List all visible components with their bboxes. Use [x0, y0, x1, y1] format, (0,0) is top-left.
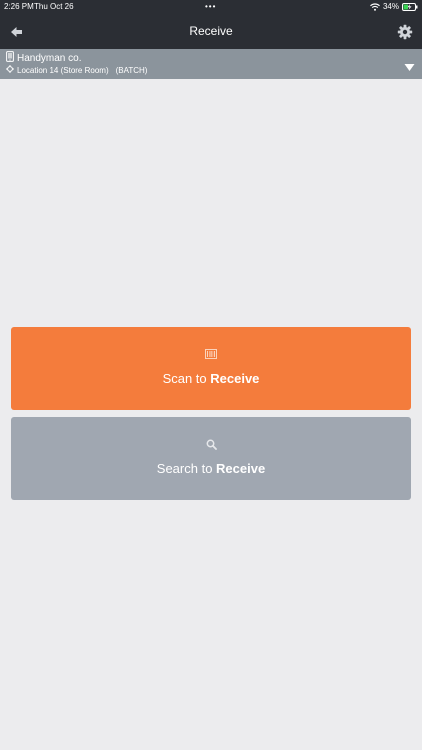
gear-icon[interactable] — [396, 23, 414, 41]
scan-to-receive-button[interactable]: Scan to Receive — [11, 327, 411, 410]
location-pin-icon — [6, 65, 14, 75]
company-row: Handyman co. — [6, 51, 81, 65]
nav-bar: Receive — [0, 14, 422, 49]
search-button-label: Search to Receive — [11, 461, 411, 477]
status-time: 2:26 PM — [4, 2, 34, 11]
search-label-emphasis: Receive — [216, 461, 266, 476]
search-label-prefix: Search to — [156, 461, 217, 476]
search-icon — [11, 439, 411, 451]
company-name: Handyman co. — [17, 52, 82, 64]
wifi-icon — [370, 3, 380, 11]
caret-down-icon[interactable] — [404, 59, 415, 71]
scan-label-emphasis: Receive — [210, 371, 260, 386]
receive-screen: 2:26 PM Thu Oct 26 ••• 34% Receive Handy… — [0, 0, 422, 750]
device-icon — [6, 51, 14, 65]
barcode-icon — [11, 349, 411, 361]
battery-charging-icon — [402, 3, 418, 11]
location-selector[interactable]: Handyman co. Location 14 (Store Room) (B… — [0, 49, 422, 79]
location-row: Location 14 (Store Room) (BATCH) — [6, 65, 147, 75]
search-to-receive-button[interactable]: Search to Receive — [11, 417, 411, 500]
battery-percent: 34% — [382, 2, 399, 11]
status-date: Thu Oct 26 — [34, 2, 74, 11]
status-indicators: 34% — [370, 0, 418, 14]
status-bar: 2:26 PM Thu Oct 26 ••• 34% — [0, 0, 422, 14]
page-title: Receive — [189, 24, 233, 38]
multitasking-dots[interactable]: ••• — [205, 0, 216, 14]
batch-mode-label: (BATCH) — [115, 65, 148, 75]
scan-label-prefix: Scan to — [162, 371, 211, 386]
location-name: Location 14 (Store Room) — [17, 65, 109, 75]
scan-button-label: Scan to Receive — [11, 371, 411, 387]
